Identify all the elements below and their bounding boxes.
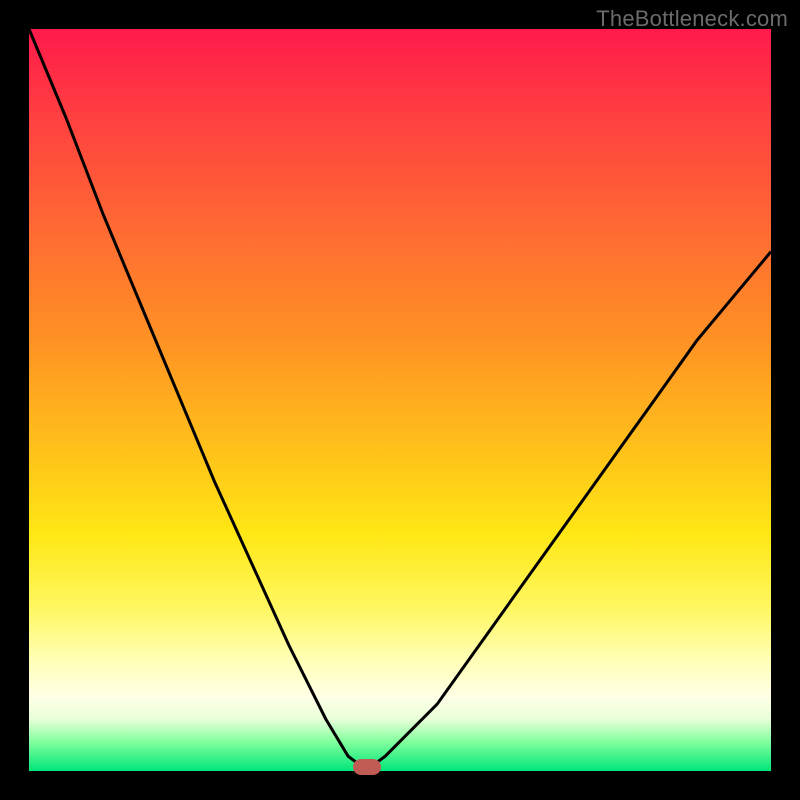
optimum-marker [353, 759, 381, 775]
chart-frame: TheBottleneck.com [0, 0, 800, 800]
watermark-text: TheBottleneck.com [596, 6, 788, 32]
curve-layer [29, 29, 771, 771]
bottleneck-curve [29, 29, 771, 767]
plot-area [29, 29, 771, 771]
